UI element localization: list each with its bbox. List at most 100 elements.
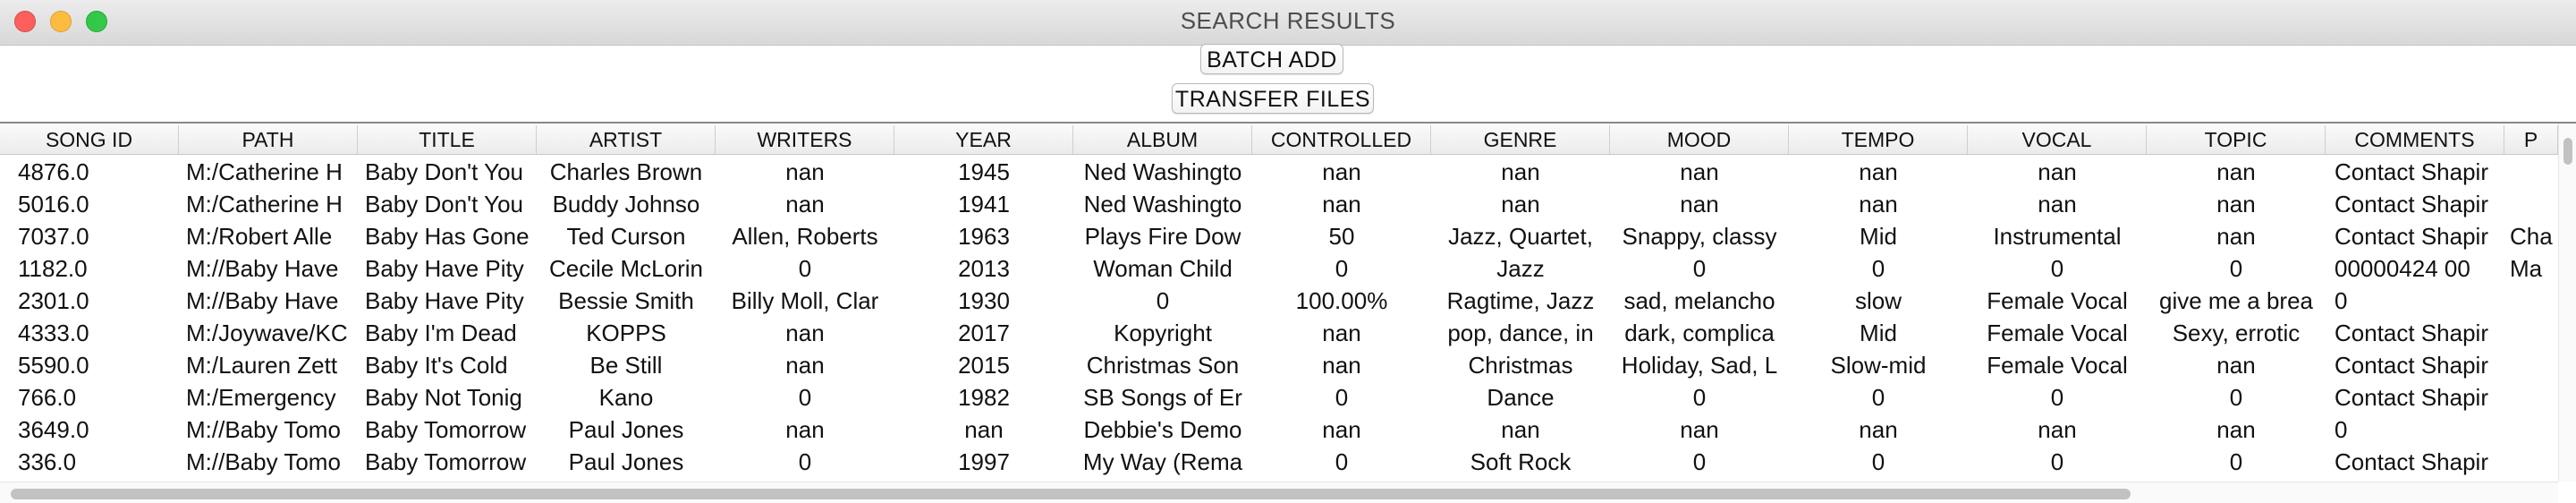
cell-path: M://Baby Tomo: [186, 448, 341, 475]
title-bar[interactable]: SEARCH RESULTS: [0, 0, 2576, 46]
cell-mood: 0: [1692, 448, 1707, 475]
cell-topic: 0: [2229, 448, 2243, 475]
cell-p: Ma: [2510, 255, 2543, 282]
column-header-year[interactable]: YEAR: [894, 125, 1073, 154]
cell-artist: Bessie Smith: [558, 287, 694, 314]
column-header-song-id[interactable]: SONG ID: [0, 125, 179, 154]
column-header-tempo[interactable]: TEMPO: [1789, 125, 1968, 154]
cell-controlled: 50: [1328, 223, 1355, 250]
table-row[interactable]: 766.0 M:/Emergency Baby Not Tonig Kano 0 1982…: [0, 381, 2558, 413]
cell-artist: Buddy Johnso: [552, 191, 700, 217]
cell-album: My Way (Rema: [1082, 448, 1243, 475]
cell-tempo: nan: [1859, 416, 1898, 443]
cell-artist: Paul Jones: [568, 416, 684, 443]
cell-comments: Contact Shapir: [2334, 352, 2488, 379]
table-row[interactable]: 3649.0 M://Baby Tomo Baby Tomorrow Paul Jon…: [0, 413, 2558, 446]
cell-year: 2013: [958, 255, 1010, 282]
cell-p: Cha: [2510, 223, 2553, 250]
cell-topic: Sexy, errotic: [2172, 320, 2301, 346]
table-row[interactable]: 336.0 M://Baby Tomo Baby Tomorrow Paul Jone…: [0, 446, 2558, 478]
cell-p: [2504, 381, 2558, 413]
column-header-writers[interactable]: WRITERS: [716, 125, 894, 154]
column-header-mood[interactable]: MOOD: [1610, 125, 1789, 154]
batch-add-button[interactable]: BATCH ADD: [1200, 44, 1343, 74]
cell-song-id: 1182.0: [18, 255, 88, 282]
cell-song-id: 766.0: [18, 384, 77, 411]
vertical-scrollbar[interactable]: [2558, 124, 2576, 482]
cell-year: 1982: [958, 384, 1010, 411]
cell-comments: 0: [2334, 416, 2348, 443]
column-header-path[interactable]: PATH: [179, 125, 358, 154]
cell-genre: nan: [1501, 158, 1540, 185]
table-row[interactable]: 4333.0 M:/Joywave/KC Baby I'm Dead KOPPS nan…: [0, 317, 2558, 349]
cell-p: [2504, 156, 2558, 188]
column-header-genre[interactable]: GENRE: [1431, 125, 1610, 154]
column-header-p[interactable]: P: [2504, 125, 2558, 154]
cell-album: Kopyright: [1114, 320, 1212, 346]
cell-controlled: 100.00%: [1295, 287, 1388, 314]
cell-mood: sad, melancho: [1623, 287, 1775, 314]
cell-writers: nan: [785, 352, 825, 379]
cell-path: M://Baby Tomo: [186, 416, 341, 443]
cell-comments: Contact Shapir: [2334, 158, 2488, 185]
cell-vocal: Female Vocal: [1987, 352, 2128, 379]
cell-genre: Jazz, Quartet,: [1448, 223, 1593, 250]
column-header-title[interactable]: TITLE: [358, 125, 537, 154]
cell-vocal: Instrumental: [1993, 223, 2122, 250]
cell-comments: Contact Shapir: [2334, 448, 2488, 475]
cell-year: 2017: [958, 320, 1010, 346]
cell-controlled: 0: [1335, 255, 1349, 282]
cell-p: [2504, 285, 2558, 317]
column-header-comments[interactable]: COMMENTS: [2326, 125, 2504, 154]
horizontal-scrollbar[interactable]: [0, 482, 2558, 503]
cell-path: M:/Catherine H: [186, 191, 343, 217]
cell-tempo: 0: [1871, 255, 1885, 282]
cell-controlled: nan: [1322, 158, 1361, 185]
cell-path: M:/Lauren Zett: [186, 352, 338, 379]
column-header-topic[interactable]: TOPIC: [2147, 125, 2326, 154]
cell-p: [2504, 413, 2558, 446]
cell-writers: 0: [798, 384, 812, 411]
table-row[interactable]: 5016.0 M:/Catherine H Baby Don't You Buddy …: [0, 188, 2558, 220]
cell-vocal: 0: [2050, 255, 2064, 282]
cell-title: Baby It's Cold: [365, 352, 508, 379]
horizontal-scroll-thumb[interactable]: [11, 489, 2131, 499]
transfer-files-button[interactable]: TRANSFER FILES: [1172, 83, 1374, 114]
window-title: SEARCH RESULTS: [1180, 7, 1396, 34]
cell-comments: 0: [2334, 287, 2348, 314]
cell-mood: 0: [1692, 384, 1707, 411]
cell-writers: nan: [785, 191, 825, 217]
cell-writers: nan: [785, 320, 825, 346]
cell-controlled: 0: [1335, 448, 1349, 475]
cell-genre: Christmas: [1468, 352, 1573, 379]
table-row[interactable]: 2301.0 M://Baby Have Baby Have Pity Bessie …: [0, 285, 2558, 317]
cell-album: 0: [1156, 287, 1170, 314]
cell-writers: Allen, Roberts: [732, 223, 878, 250]
column-header-vocal[interactable]: VOCAL: [1968, 125, 2147, 154]
cell-p: [2504, 317, 2558, 349]
table-row[interactable]: 5590.0 M:/Lauren Zett Baby It's Cold Be Sti…: [0, 349, 2558, 381]
cell-path: M:/Robert Alle: [186, 223, 333, 250]
cell-vocal: Female Vocal: [1987, 287, 2128, 314]
table-row[interactable]: 1182.0 M://Baby Have Baby Have Pity Cecile …: [0, 252, 2558, 285]
cell-vocal: nan: [2038, 158, 2077, 185]
cell-tempo: nan: [1859, 158, 1898, 185]
cell-path: M:/Joywave/KC: [186, 320, 348, 346]
cell-album: SB Songs of Er: [1083, 384, 1242, 411]
cell-tempo: Mid: [1860, 320, 1897, 346]
vertical-scroll-thumb[interactable]: [2563, 138, 2572, 165]
cell-album: Ned Washingto: [1083, 191, 1242, 217]
cell-artist: Cecile McLorin: [549, 255, 703, 282]
cell-controlled: nan: [1322, 320, 1361, 346]
cell-title: Baby Not Tonig: [365, 384, 522, 411]
cell-genre: Soft Rock: [1470, 448, 1572, 475]
table-row[interactable]: 4876.0 M:/Catherine H Baby Don't You Charle…: [0, 156, 2558, 188]
table-row[interactable]: 7037.0 M:/Robert Alle Baby Has Gone Ted Cur…: [0, 220, 2558, 252]
cell-vocal: 0: [2050, 448, 2064, 475]
column-header-controlled[interactable]: CONTROLLED: [1252, 125, 1431, 154]
column-header-artist[interactable]: ARTIST: [537, 125, 716, 154]
cell-genre: nan: [1501, 191, 1540, 217]
cell-mood: Holiday, Sad, L: [1621, 352, 1778, 379]
cell-title: Baby Don't You: [365, 158, 523, 185]
column-header-album[interactable]: ALBUM: [1073, 125, 1252, 154]
